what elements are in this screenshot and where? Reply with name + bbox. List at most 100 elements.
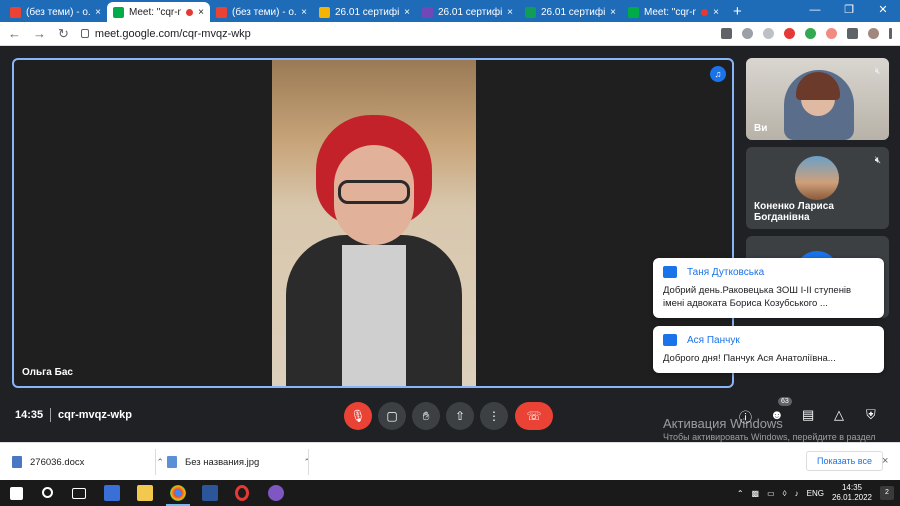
wifi-icon[interactable]: ◊ (783, 489, 787, 498)
participant-tile[interactable]: 🔇︎ Коненко Лариса Богданівна (746, 147, 889, 229)
browser-tab-active[interactable]: Meet: "cqr-m × (107, 2, 210, 22)
camera-toggle-button[interactable]: ▢ (378, 402, 406, 430)
chevron-up-icon[interactable]: ⌃ (737, 489, 744, 498)
participant-count-badge: 63 (778, 397, 792, 406)
divider (50, 408, 51, 422)
speaker-shirt (342, 245, 406, 386)
present-screen-button[interactable]: ⇧ (446, 402, 474, 430)
speaker-name-label: Ольга Бас (22, 367, 73, 378)
close-tab-icon[interactable]: × (301, 7, 307, 18)
chat-sender: Таня Дутковська (687, 266, 765, 278)
cookie-extension-icon[interactable] (826, 28, 837, 39)
taskbar-clock[interactable]: 14:35 26.01.2022 (832, 483, 872, 503)
recording-icon (701, 8, 709, 16)
back-button[interactable]: ← (8, 26, 21, 41)
participant-name: Коненко Лариса Богданівна (754, 201, 834, 223)
mic-off-icon: 🔇︎ (874, 155, 881, 166)
new-tab-button[interactable]: + (733, 3, 742, 20)
reload-button[interactable]: ↻ (58, 26, 69, 42)
chrome-icon[interactable] (170, 485, 186, 501)
shield-extension-icon[interactable] (805, 28, 816, 39)
window-controls: — ❐ ✕ (798, 0, 900, 22)
download-item[interactable]: Без названия.jpg ⌃ (167, 443, 311, 481)
browser-tab[interactable]: Meet: "cqr-m × (622, 2, 725, 22)
browser-tab[interactable]: (без теми) - o.iva × (210, 2, 313, 22)
browser-tab[interactable]: 26.01 сертифікат × (416, 2, 519, 22)
tab-title: 26.01 сертифікат (541, 6, 606, 18)
word-icon[interactable] (202, 485, 218, 501)
profile-avatar[interactable] (868, 28, 879, 39)
close-tab-icon[interactable]: × (713, 7, 719, 18)
chat-message: Доброго дня! Панчук Ася Анатоліївна... (663, 353, 836, 364)
task-view-icon[interactable] (72, 488, 86, 499)
meet-icon (628, 6, 639, 18)
browser-tab[interactable]: (без теми) - o.iva × (4, 2, 107, 22)
bookmark-star-icon[interactable] (763, 28, 774, 39)
meet-icon (113, 6, 124, 18)
volume-icon[interactable]: ♪ (795, 489, 799, 498)
close-tab-icon[interactable]: × (507, 7, 513, 18)
restore-button[interactable]: ❐ (832, 0, 866, 22)
tab-title: 26.01 сертифікат (438, 6, 503, 18)
browser-toolbar: ← → ↻ meet.google.com/cqr-mvqz-wkp (0, 22, 900, 46)
minimize-button[interactable]: — (798, 0, 832, 22)
microphone-toggle-button[interactable]: 🎙︎ (344, 402, 372, 430)
save-floppy-icon[interactable] (104, 485, 120, 501)
notification-center-icon[interactable]: 2 (880, 486, 894, 500)
battery-icon[interactable]: ▭ (767, 489, 775, 498)
language-indicator[interactable]: ENG (807, 489, 824, 498)
browser-tab[interactable]: 26.01 сертифікат × (313, 2, 416, 22)
speaker-video (272, 60, 476, 386)
taskbar-time: 14:35 (841, 483, 862, 492)
close-icon[interactable]: × (882, 455, 888, 467)
close-tab-icon[interactable]: × (198, 7, 204, 18)
opera-icon[interactable] (235, 485, 249, 501)
opera-extension-icon[interactable] (784, 28, 795, 39)
viber-icon[interactable] (268, 485, 284, 501)
menu-kebab-icon[interactable] (889, 28, 892, 39)
url-text: meet.google.com/cqr-mvqz-wkp (94, 27, 251, 40)
sheets-icon (525, 6, 536, 18)
chat-notification[interactable]: Таня Дутковська Добрий день.Раковецька З… (653, 258, 884, 318)
chat-message: Добрий день.Раковецька ЗОШ І-ІІ ступенів… (663, 285, 852, 309)
main-speaker-tile[interactable]: ♫ Ольга Бас (12, 58, 734, 388)
close-tab-icon[interactable]: × (610, 7, 616, 18)
image-file-icon (167, 456, 177, 468)
activation-title: Активация Windows (663, 416, 783, 431)
search-icon[interactable] (42, 487, 53, 498)
tab-title: (без теми) - o.iva (232, 6, 297, 18)
word-file-icon (12, 456, 22, 468)
close-tab-icon[interactable]: × (404, 7, 410, 18)
show-all-button[interactable]: Показать все (806, 451, 883, 471)
camera-icon[interactable] (721, 28, 732, 39)
address-bar[interactable]: meet.google.com/cqr-mvqz-wkp (80, 27, 709, 40)
raise-hand-button[interactable]: ✋︎ (412, 402, 440, 430)
participant-avatar (795, 156, 839, 200)
mic-off-icon: 🔇︎ (874, 66, 881, 77)
chat-notification[interactable]: Ася Панчук Доброго дня! Панчук Ася Анато… (653, 326, 884, 373)
file-explorer-icon[interactable] (137, 485, 153, 501)
speaker-glasses (338, 180, 410, 204)
share-icon[interactable] (742, 28, 753, 39)
participant-tile-self[interactable]: 🔇︎ Ви (746, 58, 889, 140)
extensions-area (721, 28, 892, 39)
puzzle-extensions-icon[interactable] (847, 28, 858, 39)
download-filename: Без названия.jpg (185, 456, 260, 468)
browser-tab[interactable]: 26.01 сертифікат × (519, 2, 622, 22)
more-options-button[interactable]: ⋮ (480, 402, 508, 430)
meeting-time: 14:35 (15, 409, 44, 421)
taskbar-date: 26.01.2022 (831, 493, 872, 502)
download-item[interactable]: 276036.docx ⌃ (12, 443, 164, 481)
chevron-up-icon[interactable]: ⌃ (156, 457, 164, 468)
leave-call-button[interactable]: ☏︎ (515, 402, 553, 430)
tab-title: Meet: "cqr-m (129, 6, 182, 18)
browser-tab-bar: (без теми) - o.iva × Meet: "cqr-m × (без… (0, 0, 900, 22)
forward-button[interactable]: → (33, 26, 46, 41)
lock-icon (80, 29, 89, 38)
windows-taskbar: ⌃ ▩ ▭ ◊ ♪ ENG 14:35 26.01.2022 2 (0, 480, 900, 506)
close-tab-icon[interactable]: × (95, 7, 101, 18)
network-icon[interactable]: ▩ (752, 489, 760, 498)
gmail-icon (10, 6, 21, 18)
close-window-button[interactable]: ✕ (866, 0, 900, 22)
windows-start-icon[interactable] (10, 487, 23, 500)
